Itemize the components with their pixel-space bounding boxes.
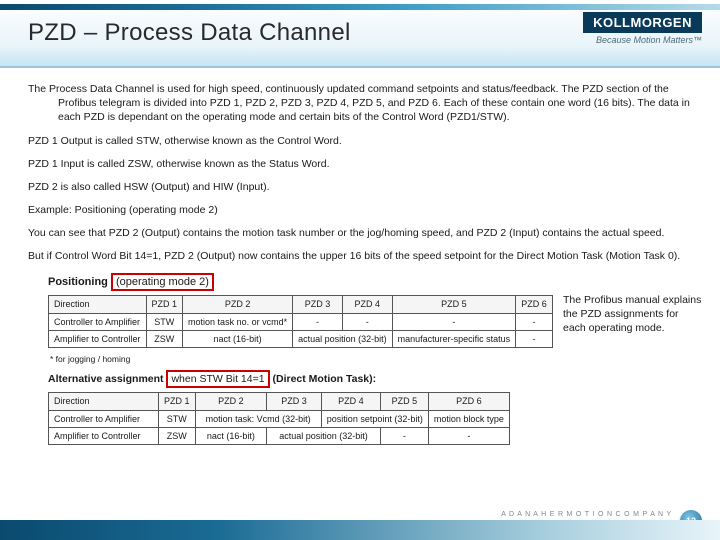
brand-logo: KOLLMORGEN [583,12,702,33]
figure-title: Positioning (operating mode 2) [48,273,548,292]
company-tagline: A D A N A H E R M O T I O N C O M P A N … [501,511,672,518]
highlight-box: (operating mode 2) [111,273,214,292]
table-row: Direction PZD 1PZD 2 PZD 3PZD 4 PZD 5PZD… [49,296,553,313]
paragraph: Example: Positioning (operating mode 2) [28,203,692,217]
table-row: Direction PZD 1PZD 2 PZD 3PZD 4 PZD 5PZD… [49,393,510,410]
paragraph: You can see that PZD 2 (Output) contains… [28,226,692,240]
brand-tagline: Because Motion Matters™ [583,35,702,45]
pzd-table-2: Direction PZD 1PZD 2 PZD 3PZD 4 PZD 5PZD… [48,392,510,444]
slide-header: PZD – Process Data Channel KOLLMORGEN Be… [0,0,720,68]
alt-title: Alternative assignment when STW Bit 14=1… [48,370,548,388]
footer-bar [0,520,720,540]
brand-block: KOLLMORGEN Because Motion Matters™ [583,12,702,45]
highlight-box: when STW Bit 14=1 [166,370,269,388]
paragraph: PZD 1 Input is called ZSW, otherwise kno… [28,157,692,171]
table-footnote: * for jogging / homing [50,354,548,365]
pzd-figure: Positioning (operating mode 2) Direction… [48,273,548,445]
table-row: Controller to Amplifier STWmotion task n… [49,313,553,330]
page-title: PZD – Process Data Channel [28,19,351,47]
side-note: The Profibus manual explains the PZD ass… [563,293,703,336]
table-row: Amplifier to Controller ZSWnact (16-bit)… [49,427,510,444]
table-row: Controller to Amplifier STW motion task:… [49,410,510,427]
paragraph: PZD 1 Output is called STW, otherwise kn… [28,134,692,148]
body-content: The Process Data Channel is used for hig… [0,68,720,445]
paragraph: But if Control Word Bit 14=1, PZD 2 (Out… [28,249,692,263]
table-row: Amplifier to Controller ZSWnact (16-bit)… [49,330,553,347]
paragraph: PZD 2 is also called HSW (Output) and HI… [28,180,692,194]
pzd-table-1: Direction PZD 1PZD 2 PZD 3PZD 4 PZD 5PZD… [48,295,553,347]
paragraph: The Process Data Channel is used for hig… [28,82,692,125]
